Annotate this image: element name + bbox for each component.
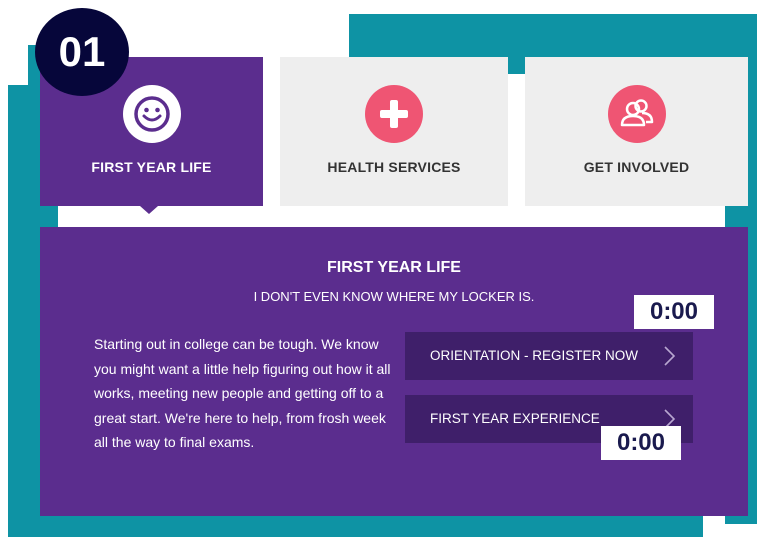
smiley-icon	[122, 85, 181, 143]
button-label: FIRST YEAR EXPERIENCE	[430, 411, 600, 426]
tab-content: FIRST YEAR LIFE I DON'T EVEN KNOW WHERE …	[40, 227, 748, 516]
tab-label: HEALTH SERVICES	[327, 159, 461, 175]
content-description: Starting out in college can be tough. We…	[94, 336, 391, 450]
tab-get-involved[interactable]: GET INVOLVED	[525, 57, 748, 206]
plus-icon	[365, 85, 423, 143]
tab-health-services[interactable]: HEALTH SERVICES	[280, 57, 508, 206]
content-title: FIRST YEAR LIFE	[327, 259, 461, 276]
timer-badge: 0:00	[634, 295, 714, 329]
active-tab-pointer	[140, 206, 158, 214]
people-icon	[607, 85, 666, 143]
tab-bar: FIRST YEAR LIFE HEALTH SERVICES GET INVO…	[40, 57, 748, 214]
timer-badge: 0:00	[601, 426, 681, 460]
tab-label: FIRST YEAR LIFE	[91, 159, 212, 175]
button-label: ORIENTATION - REGISTER NOW	[430, 348, 638, 363]
chevron-right-icon	[664, 346, 676, 366]
tab-label: GET INVOLVED	[583, 159, 690, 175]
orientation-register-button[interactable]: ORIENTATION - REGISTER NOW	[405, 332, 693, 380]
step-number-badge: 01	[35, 8, 129, 96]
